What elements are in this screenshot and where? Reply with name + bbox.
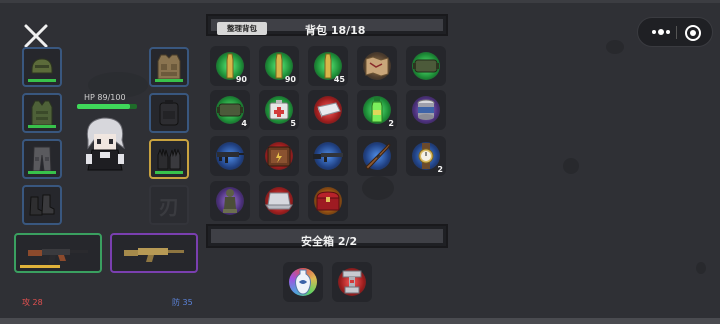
item-count: 4	[241, 119, 247, 128]
body-armor-slot[interactable]	[22, 93, 62, 133]
battery-canister-icon	[413, 59, 439, 73]
battery-canister-icon	[217, 103, 243, 117]
item-count: 90	[235, 75, 247, 84]
silver-bar-icon	[317, 102, 341, 118]
helmet-slot[interactable]	[22, 47, 62, 87]
body-armor-icon	[31, 100, 53, 126]
background-stain	[362, 176, 394, 200]
mini-program-capsule	[637, 17, 713, 47]
energy-drink-icon	[371, 97, 383, 123]
safe-box-item[interactable]	[332, 262, 372, 302]
hp-label: HP 89/100	[84, 93, 126, 102]
statue-icon	[223, 189, 237, 213]
backpack-item[interactable]	[406, 46, 446, 86]
backpack-item[interactable]	[357, 136, 397, 176]
backpack-item[interactable]	[308, 181, 348, 221]
hydraulic-press-icon	[342, 270, 362, 294]
backpack-item[interactable]: 45	[308, 46, 348, 86]
backpack-item[interactable]: 90	[210, 46, 250, 86]
backpack-item[interactable]	[259, 181, 299, 221]
backpack-icon	[159, 100, 179, 126]
primary-weapon-slot[interactable]	[14, 233, 102, 273]
target-close-icon[interactable]	[684, 24, 702, 42]
backpack-title: 背包 18/18	[305, 24, 366, 37]
capsule-divider	[676, 26, 677, 39]
secondary-weapon-slot[interactable]	[110, 233, 198, 273]
rifle-ammo-icon	[275, 53, 283, 79]
close-x-icon[interactable]	[22, 22, 50, 50]
rifle-ammo-icon	[226, 53, 234, 79]
defense-stat: 防 35	[172, 298, 193, 307]
hp-bar-fill	[77, 104, 131, 109]
backpack-item[interactable]	[308, 136, 348, 176]
backpack-item[interactable]	[406, 90, 446, 130]
ammo-bar	[20, 265, 60, 268]
backpack-item[interactable]: 2	[357, 90, 397, 130]
smg-icon	[217, 152, 244, 163]
backpack-item[interactable]: 90	[259, 46, 299, 86]
durability-bar	[28, 125, 56, 128]
empty-melee-slot-icon: 刃	[159, 194, 179, 219]
more-dots-icon[interactable]	[650, 25, 672, 39]
ak-rifle-icon	[28, 249, 88, 263]
bolt-action-rifle-icon	[365, 143, 391, 170]
backpack-slot[interactable]	[149, 93, 189, 133]
attack-stat: 攻 28	[22, 298, 43, 307]
gloves-icon	[157, 148, 181, 170]
backpack-item[interactable]	[210, 136, 250, 176]
background-stain	[563, 158, 579, 174]
sort-backpack-button[interactable]: 整理背包	[217, 22, 267, 35]
durability-bar	[155, 171, 183, 174]
tactical-vest-icon	[157, 54, 181, 80]
safe-box-title: 安全箱 2/2	[301, 235, 358, 248]
combat-boots-icon	[29, 194, 55, 216]
durability-bar	[28, 79, 56, 82]
treasure-map-icon	[365, 56, 389, 77]
safe-box-item[interactable]	[283, 262, 323, 302]
boots-slot[interactable]	[22, 185, 62, 225]
backpack-item[interactable]: 4	[210, 90, 250, 130]
backpack-header: 整理背包 背包 18/18	[206, 14, 448, 37]
first-aid-kit-icon	[269, 100, 289, 120]
rifle-ammo-icon	[324, 53, 332, 79]
wristwatch-icon	[418, 143, 434, 169]
backpack-item[interactable]	[210, 181, 250, 221]
red-chest-icon	[316, 191, 340, 211]
backpack-item[interactable]: 2	[406, 136, 446, 176]
background-stain	[696, 262, 706, 274]
hp-bar	[77, 104, 137, 109]
top-border	[0, 0, 720, 3]
durability-bar	[28, 171, 56, 174]
item-count: 45	[333, 75, 345, 84]
durability-bar	[155, 79, 183, 82]
item-count: 2	[437, 165, 443, 174]
shotgun-icon	[313, 153, 343, 162]
backpack-item[interactable]	[308, 90, 348, 130]
gloves-slot[interactable]	[149, 139, 189, 179]
bottom-border	[0, 318, 720, 324]
backpack-item[interactable]	[259, 136, 299, 176]
silver-laptop-icon	[265, 192, 293, 210]
tactical-pants-icon	[32, 146, 52, 172]
item-count: 90	[284, 75, 296, 84]
game-screen: 刃 HP 89/100 攻 28 防 35 整理背包 背包 18/18 90 9…	[0, 0, 720, 324]
background-stain	[606, 40, 624, 54]
item-count: 2	[388, 119, 394, 128]
canned-food-icon	[417, 99, 435, 120]
pants-slot[interactable]	[22, 139, 62, 179]
safe-box-header: 安全箱 2/2	[206, 224, 448, 248]
porcelain-vase-icon	[295, 269, 311, 295]
helmet-icon	[31, 58, 53, 74]
gold-rifle-icon	[124, 248, 184, 262]
backpack-item[interactable]	[357, 46, 397, 86]
weapon-case-icon	[267, 146, 291, 167]
character-avatar	[86, 117, 125, 171]
item-count: 5	[290, 119, 296, 128]
backpack-item[interactable]: 5	[259, 90, 299, 130]
vest-slot[interactable]	[149, 47, 189, 87]
melee-slot-empty[interactable]: 刃	[149, 185, 189, 225]
